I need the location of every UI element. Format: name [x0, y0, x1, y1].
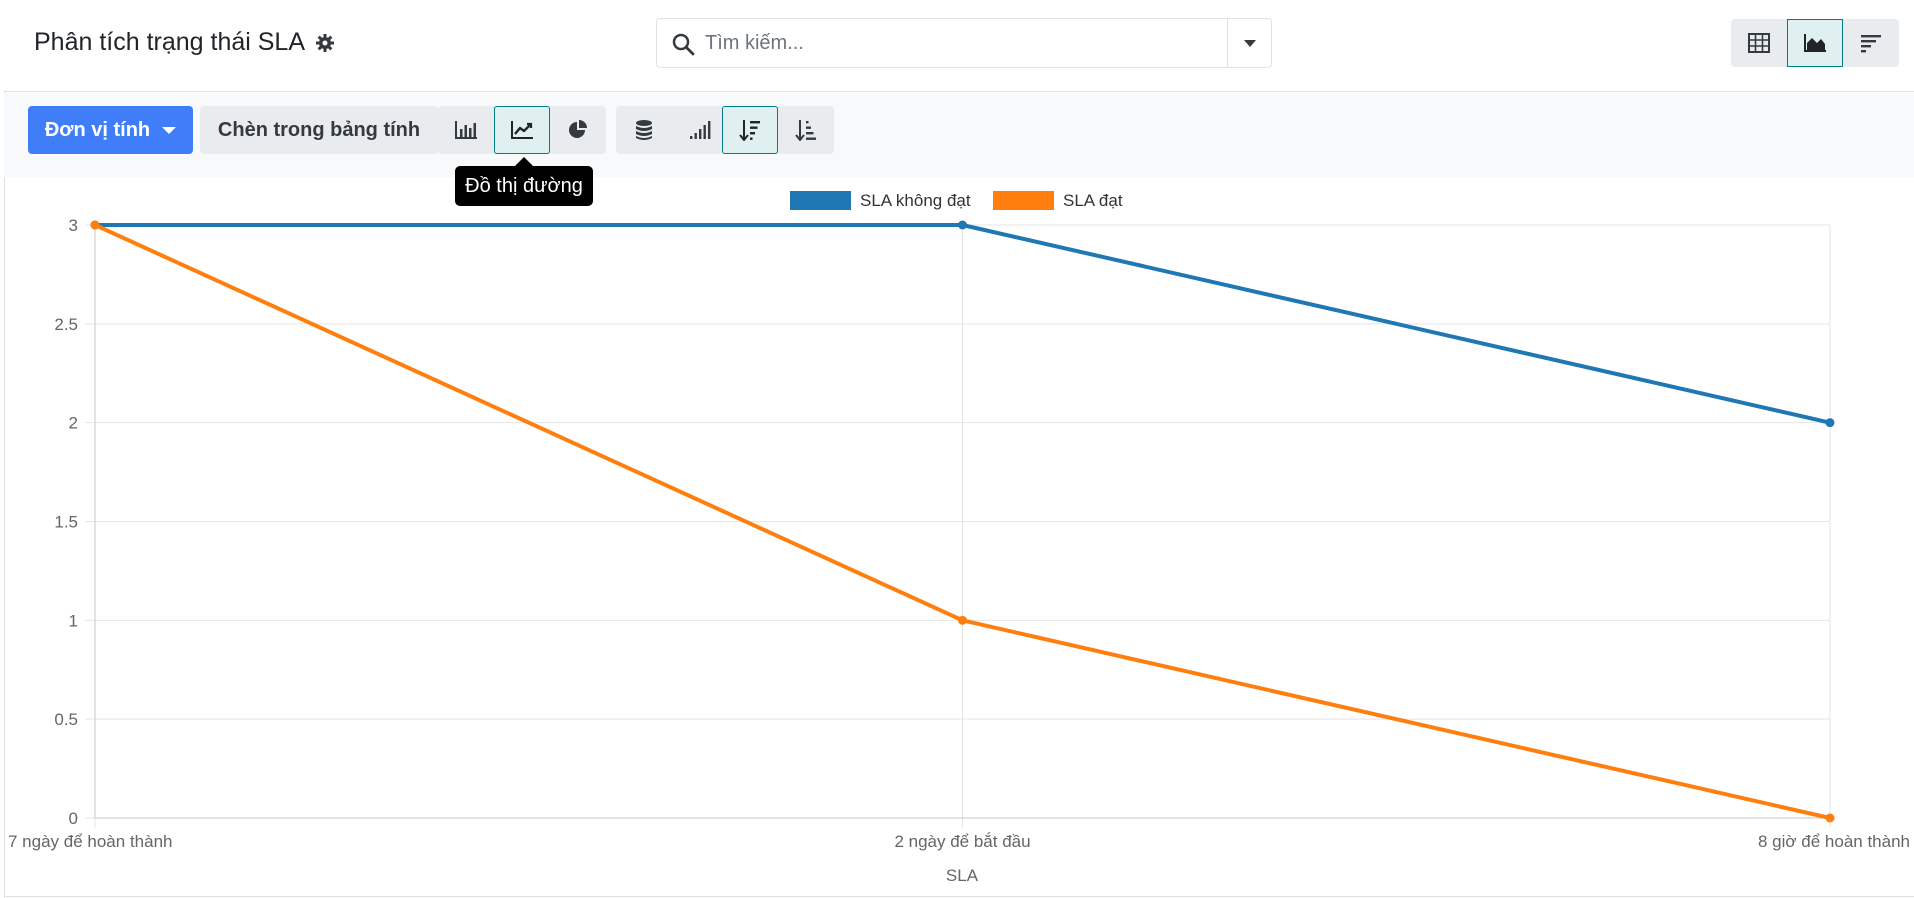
control-panel-header: Phân tích trạng thái SLA [4, 0, 1914, 92]
gear-icon[interactable] [315, 33, 335, 53]
search-icon [671, 32, 695, 56]
view-switcher [1731, 19, 1899, 67]
y-tick-label: 0.5 [54, 710, 78, 729]
caret-down-icon [1243, 39, 1256, 47]
insert-in-spreadsheet-button[interactable]: Chèn trong bảng tính [200, 106, 438, 154]
sort-group [722, 106, 834, 154]
sort-descending-button[interactable] [722, 106, 778, 154]
cumulative-button[interactable] [672, 106, 728, 154]
bar-chart-icon [455, 121, 477, 139]
sort-ascending-icon [795, 120, 816, 141]
list-icon [1861, 35, 1881, 53]
x-tick-label: 8 giờ để hoàn thành [1758, 832, 1910, 851]
x-tick-label: 7 ngày để hoàn thành [8, 832, 172, 851]
sort-descending-icon [739, 120, 760, 141]
x-axis-label: SLA [946, 866, 979, 885]
sort-ascending-button[interactable] [778, 106, 834, 154]
pivot-view-button[interactable] [1731, 19, 1787, 67]
y-axis-ticks: 0 0.5 1 1.5 2 2.5 3 [54, 216, 78, 828]
search-options-toggle[interactable] [1227, 19, 1271, 67]
y-tick-label: 1 [69, 611, 78, 630]
data-point [958, 615, 967, 625]
y-tick-label: 2 [69, 414, 78, 433]
legend-label: SLA không đạt [860, 191, 971, 210]
stack-group [616, 106, 728, 154]
list-view-button[interactable] [1843, 19, 1899, 67]
database-icon [636, 120, 652, 140]
pie-chart-button[interactable] [550, 106, 606, 154]
chart-type-group [438, 106, 606, 154]
x-tick-label: 2 ngày để bắt đầu [894, 832, 1030, 851]
legend-swatch [790, 191, 851, 210]
pie-chart-icon [569, 120, 587, 138]
y-tick-label: 2.5 [54, 315, 78, 334]
measures-label: Đơn vị tính [44, 118, 151, 141]
table-icon [1748, 33, 1770, 53]
data-point [90, 220, 100, 230]
chart-legend[interactable]: SLA không đạt SLA đạt [790, 191, 1123, 210]
stacked-button[interactable] [616, 106, 672, 154]
measures-dropdown-button[interactable]: Đơn vị tính [28, 106, 193, 154]
data-point [958, 220, 967, 230]
area-chart-icon [1804, 34, 1826, 52]
y-tick-label: 1.5 [54, 513, 78, 532]
x-axis-ticks: 7 ngày để hoàn thành 2 ngày để bắt đầu 8 g… [8, 832, 1910, 851]
page-title: Phân tích trạng thái SLA [34, 28, 306, 56]
legend-label: SLA đạt [1063, 191, 1123, 210]
y-tick-label: 3 [69, 216, 78, 235]
title-area: Phân tích trạng thái SLA [34, 28, 335, 57]
chart-grid [85, 224, 1831, 828]
line-chart-icon [511, 121, 533, 139]
line-chart: 0 0.5 1 1.5 2 2.5 3 7 ngày để hoàn thành 2 ngày… [8, 191, 1910, 885]
line-chart-button[interactable] [494, 106, 550, 154]
search-bar [656, 18, 1272, 68]
search-input[interactable] [705, 27, 1205, 59]
data-point [1825, 813, 1835, 823]
y-tick-label: 0 [69, 809, 78, 828]
signal-bars-icon [690, 121, 711, 139]
caret-down-icon [162, 126, 177, 134]
data-point [1825, 418, 1835, 428]
legend-swatch [993, 191, 1054, 210]
bar-chart-button[interactable] [438, 106, 494, 154]
graph-view-button[interactable] [1787, 19, 1843, 67]
graph-toolbar: Đơn vị tính Chèn trong bảng tính [4, 93, 1914, 177]
page-bottom-border [4, 896, 1914, 897]
